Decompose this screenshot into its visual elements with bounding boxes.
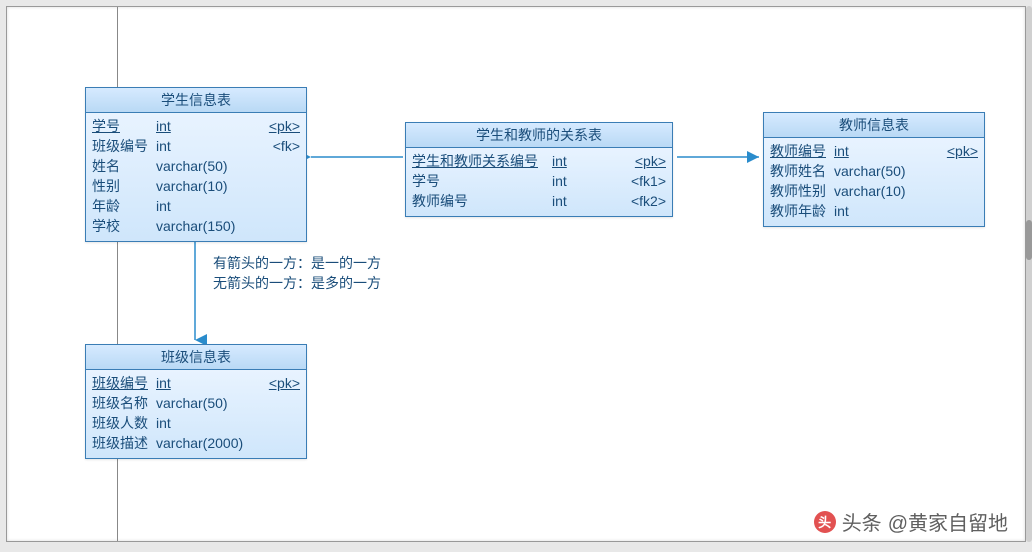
field-name: 教师年龄	[770, 201, 834, 221]
entity-class[interactable]: 班级信息表 班级编号int<pk>班级名称varchar(50)班级人数int班…	[85, 344, 307, 459]
field-name: 班级编号	[92, 136, 156, 156]
field-row: 班级人数int	[92, 413, 300, 433]
field-row: 学号int<pk>	[92, 116, 300, 136]
field-name: 班级名称	[92, 393, 156, 413]
field-row: 学生和教师关系编号int<pk>	[412, 151, 666, 171]
field-row: 班级编号int<pk>	[92, 373, 300, 393]
field-name: 学号	[92, 116, 156, 136]
field-row: 班级编号int<fk>	[92, 136, 300, 156]
field-row: 学号int<fk1>	[412, 171, 666, 191]
entity-body-teacher: 教师编号int<pk>教师姓名varchar(50)教师性别varchar(10…	[764, 138, 984, 226]
entity-body-class: 班级编号int<pk>班级名称varchar(50)班级人数int班级描述var…	[86, 370, 306, 458]
watermark-icon: 头	[814, 511, 836, 533]
field-key: <pk>	[269, 373, 300, 393]
field-row: 教师编号int<fk2>	[412, 191, 666, 211]
field-row: 姓名varchar(50)	[92, 156, 300, 176]
field-name: 学校	[92, 216, 156, 236]
entity-title: 班级信息表	[86, 345, 306, 370]
watermark-prefix: 头条	[842, 507, 882, 536]
watermark: 头 头条 @黄家自留地	[814, 507, 1008, 536]
field-name: 教师姓名	[770, 161, 834, 181]
field-type: varchar(10)	[834, 181, 978, 201]
field-row: 学校varchar(150)	[92, 216, 300, 236]
field-type: int	[156, 373, 269, 393]
field-key: <pk>	[269, 116, 300, 136]
field-type: int	[156, 196, 300, 216]
entity-body-relation: 学生和教师关系编号int<pk>学号int<fk1>教师编号int<fk2>	[406, 148, 672, 216]
field-key: <pk>	[635, 151, 666, 171]
field-row: 教师性别varchar(10)	[770, 181, 978, 201]
field-name: 年龄	[92, 196, 156, 216]
field-key: <pk>	[947, 141, 978, 161]
field-row: 教师编号int<pk>	[770, 141, 978, 161]
field-type: int	[552, 171, 631, 191]
note-line2: 无箭头的一方：是多的一方	[213, 273, 381, 293]
entity-relation[interactable]: 学生和教师的关系表 学生和教师关系编号int<pk>学号int<fk1>教师编号…	[405, 122, 673, 217]
field-key: <fk2>	[631, 191, 666, 211]
field-type: varchar(150)	[156, 216, 300, 236]
vertical-scrollbar[interactable]	[1026, 6, 1032, 542]
note-line1: 有箭头的一方：是一的一方	[213, 253, 381, 273]
field-name: 教师性别	[770, 181, 834, 201]
field-type: int	[156, 413, 300, 433]
field-type: varchar(50)	[156, 156, 300, 176]
field-name: 班级编号	[92, 373, 156, 393]
annotation-note: 有箭头的一方：是一的一方 无箭头的一方：是多的一方	[213, 253, 381, 293]
scrollbar-thumb[interactable]	[1026, 220, 1032, 260]
field-name: 姓名	[92, 156, 156, 176]
field-row: 教师姓名varchar(50)	[770, 161, 978, 181]
field-row: 性别varchar(10)	[92, 176, 300, 196]
field-type: int	[552, 151, 635, 171]
entity-title: 学生信息表	[86, 88, 306, 113]
field-name: 教师编号	[412, 191, 552, 211]
field-row: 班级名称varchar(50)	[92, 393, 300, 413]
field-name: 班级人数	[92, 413, 156, 433]
field-type: varchar(2000)	[156, 433, 300, 453]
watermark-text: @黄家自留地	[888, 507, 1008, 536]
field-row: 年龄int	[92, 196, 300, 216]
entity-student[interactable]: 学生信息表 学号int<pk>班级编号int<fk>姓名varchar(50)性…	[85, 87, 307, 242]
field-name: 班级描述	[92, 433, 156, 453]
field-key: <fk1>	[631, 171, 666, 191]
field-name: 性别	[92, 176, 156, 196]
entity-teacher[interactable]: 教师信息表 教师编号int<pk>教师姓名varchar(50)教师性别varc…	[763, 112, 985, 227]
diagram-canvas[interactable]: 学生信息表 学号int<pk>班级编号int<fk>姓名varchar(50)性…	[6, 6, 1026, 542]
field-row: 班级描述varchar(2000)	[92, 433, 300, 453]
field-name: 教师编号	[770, 141, 834, 161]
entity-title: 学生和教师的关系表	[406, 123, 672, 148]
field-name: 学号	[412, 171, 552, 191]
field-type: varchar(50)	[156, 393, 300, 413]
field-row: 教师年龄int	[770, 201, 978, 221]
field-type: int	[552, 191, 631, 211]
field-name: 学生和教师关系编号	[412, 151, 552, 171]
field-type: varchar(50)	[834, 161, 978, 181]
field-type: int	[834, 141, 947, 161]
field-type: int	[156, 116, 269, 136]
entity-body-student: 学号int<pk>班级编号int<fk>姓名varchar(50)性别varch…	[86, 113, 306, 241]
field-type: int	[156, 136, 273, 156]
entity-title: 教师信息表	[764, 113, 984, 138]
field-type: int	[834, 201, 978, 221]
field-type: varchar(10)	[156, 176, 300, 196]
field-key: <fk>	[273, 136, 300, 156]
